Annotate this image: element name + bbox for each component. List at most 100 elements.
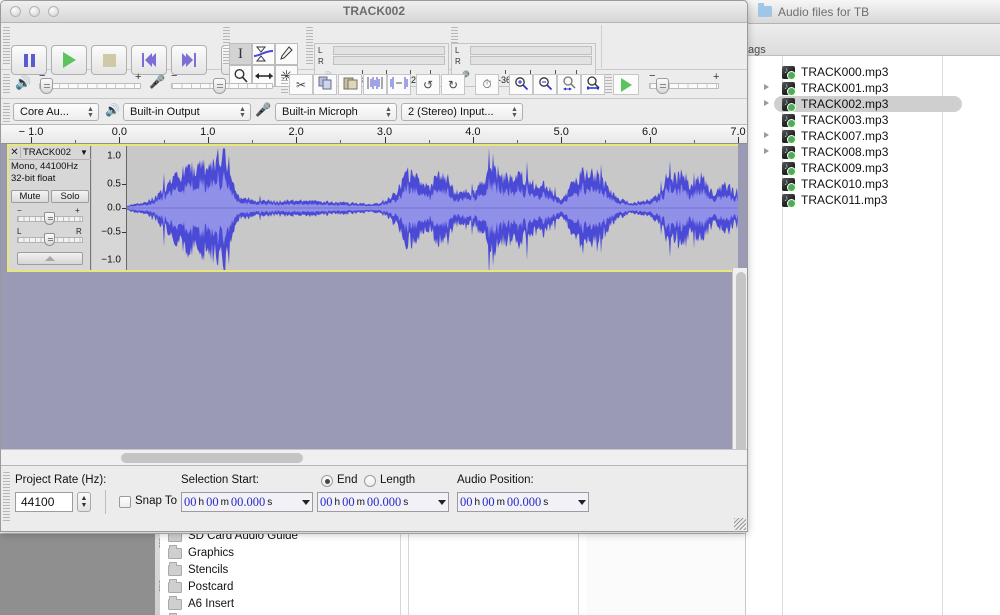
audio-position-seconds: 00.000 (506, 494, 542, 509)
disclosure-triangle-icon[interactable] (764, 84, 769, 90)
audio-position-seconds-unit: s (543, 496, 549, 508)
undo-button[interactable]: ↺ (416, 74, 440, 95)
mute-button[interactable]: Mute (11, 190, 49, 203)
output-volume-slider[interactable] (39, 83, 141, 89)
play-at-speed-grip[interactable] (605, 74, 612, 95)
mixer-toolbar-grip[interactable] (3, 74, 10, 95)
envelope-tool[interactable] (252, 43, 275, 65)
list-item[interactable]: TRACK007.mp3 (782, 128, 888, 144)
chevron-down-icon[interactable] (578, 500, 586, 505)
selection-toolbar-grip[interactable] (3, 472, 10, 522)
pan-slider-thumb[interactable] (44, 233, 55, 246)
edit-toolbar-grip[interactable] (281, 74, 288, 95)
selection-end-field[interactable]: 00 h 00 m 00.000 s (317, 492, 449, 512)
selection-end-minutes-unit: m (356, 496, 365, 508)
mp3-file-icon (782, 177, 796, 192)
solo-button[interactable]: Solo (51, 190, 89, 203)
track-control-panel[interactable]: ✕ TRACK002 ▼ Mono, 44100Hz 32-bit float … (9, 146, 91, 270)
length-label: Length (380, 474, 416, 486)
list-item[interactable]: TRACK001.mp3 (782, 80, 888, 96)
track-collapse-button[interactable] (17, 252, 83, 265)
redo-button[interactable]: ↻ (441, 74, 465, 95)
chevron-down-icon[interactable] (438, 500, 446, 505)
disclosure-triangle-icon[interactable] (764, 100, 769, 106)
list-item[interactable]: TRACK002.mp3 (774, 96, 962, 112)
input-volume-thumb[interactable] (213, 78, 226, 94)
selection-tool[interactable]: I (229, 43, 252, 65)
selection-toolbar[interactable]: Project Rate (Hz): 44100 ▲ ▼ Snap To Sele… (1, 465, 747, 531)
selection-start-hours-unit: h (198, 496, 205, 508)
waveform-svg (127, 146, 738, 270)
finder-bottom-file-list[interactable]: SD Card Audio Guide Graphics Stencils Postc… (160, 534, 400, 615)
project-rate-input[interactable]: 44100 (15, 492, 73, 512)
audacity-window[interactable]: TRACK002 I L R L R -36 🔊 − + 🎤 − + ✂ ↺ ↻… (0, 0, 748, 532)
device-toolbar-grip[interactable] (3, 103, 10, 122)
file-name-label: TRACK007.mp3 (801, 129, 889, 143)
track-menu-icon[interactable]: ▼ (77, 148, 91, 157)
audio-position-field[interactable]: 00 h 00 m 00.000 s (457, 492, 589, 512)
paste-button[interactable] (338, 74, 362, 95)
input-device-select[interactable]: Built-in Microph ▲ ▼ (275, 103, 397, 121)
selection-start-field[interactable]: 00 h 00 m 00.000 s (181, 492, 313, 512)
gain-slider-thumb[interactable] (44, 212, 55, 225)
list-item[interactable]: TRACK003.mp3 (782, 112, 888, 128)
list-item[interactable]: Stencils (168, 561, 228, 578)
list-item[interactable]: Postcard (168, 578, 233, 595)
sync-lock-button[interactable]: ⏱ (475, 74, 499, 95)
speed-minus: − (649, 70, 656, 82)
list-item[interactable]: SD Card Audio Guide (168, 534, 298, 544)
project-rate-stepper[interactable]: ▲ ▼ (77, 492, 91, 512)
fit-selection-button[interactable] (557, 74, 581, 95)
meter-channel-R: R (318, 57, 324, 66)
cut-button[interactable]: ✂ (289, 74, 313, 95)
disclosure-triangle-icon[interactable] (764, 132, 769, 138)
finder-right-column-view[interactable]: TRACK000.mp3 TRACK001.mp3 TRACK002.mp3 TRAC… (746, 56, 1000, 615)
fit-project-button[interactable] (581, 74, 605, 95)
list-item[interactable]: Graphics (168, 544, 234, 561)
waveform-display[interactable] (127, 146, 738, 270)
finder-window-right[interactable]: Audio files for TB ags TRACK000.mp3TRACK… (745, 0, 1000, 615)
finder-window-bottom[interactable]: 008 0.08 SD Card Audio GuideGraphicsSten… (0, 533, 745, 615)
play-speed-thumb[interactable] (656, 78, 669, 94)
list-item[interactable]: TRACK009.mp3 (782, 160, 888, 176)
output-device-select[interactable]: Built-in Output ▲ ▼ (123, 103, 251, 121)
audio-track[interactable]: ✕ TRACK002 ▼ Mono, 44100Hz 32-bit float … (7, 144, 738, 272)
disclosure-triangle-icon[interactable] (764, 148, 769, 154)
copy-button[interactable] (313, 74, 337, 95)
draw-tool[interactable] (275, 43, 298, 65)
length-radio[interactable] (364, 475, 376, 487)
list-item[interactable]: A6 Insert (168, 595, 234, 612)
snap-to-label: Snap To (135, 495, 177, 507)
vertical-ruler[interactable]: 1.0 0.5 0.0 −0.5 −1.0 (92, 146, 127, 270)
audio-host-select[interactable]: Core Au... ▲ ▼ (13, 103, 99, 121)
list-item[interactable]: TRACK000.mp3 (782, 64, 888, 80)
track-panel-area[interactable]: ✕ TRACK002 ▼ Mono, 44100Hz 32-bit float … (1, 144, 747, 531)
end-radio[interactable] (321, 475, 333, 487)
finder-right-toolbar[interactable] (746, 24, 1000, 56)
play-at-speed-button[interactable] (613, 74, 639, 95)
audio-position-minutes-unit: m (496, 496, 505, 508)
snap-to-checkbox[interactable] (119, 496, 131, 508)
horizontal-scrollbar-thumb[interactable] (121, 453, 303, 463)
zoom-out-button[interactable] (533, 74, 557, 95)
track-close-button[interactable]: ✕ (9, 147, 21, 158)
resize-grip-icon[interactable] (734, 518, 746, 530)
zoom-in-button[interactable] (509, 74, 533, 95)
silence-button[interactable] (387, 74, 411, 95)
transport-toolbar-grip[interactable] (3, 27, 10, 66)
list-item[interactable]: TRACK008.mp3 (782, 144, 888, 160)
playback-meter-grip[interactable] (306, 27, 313, 66)
horizontal-scrollbar[interactable] (1, 449, 747, 465)
track-header[interactable]: ✕ TRACK002 ▼ (9, 146, 91, 160)
zoom-in-icon (514, 76, 529, 94)
trim-button[interactable] (363, 74, 387, 95)
list-item[interactable]: TRACK010.mp3 (782, 176, 888, 192)
timeline-ruler[interactable]: − 1.0 0.0 1.0 2.0 3.0 4.0 5.0 6.0 7.0 (1, 125, 747, 144)
titlebar[interactable]: TRACK002 (1, 1, 747, 23)
input-channels-select[interactable]: 2 (Stereo) Input... ▲ ▼ (401, 103, 523, 121)
chevron-down-icon[interactable] (302, 500, 310, 505)
output-volume-thumb[interactable] (40, 78, 53, 94)
list-item[interactable]: TRACK011.mp3 (782, 192, 887, 208)
mp3-file-icon (782, 113, 796, 128)
amplitude-label: −0.5 (101, 226, 121, 238)
